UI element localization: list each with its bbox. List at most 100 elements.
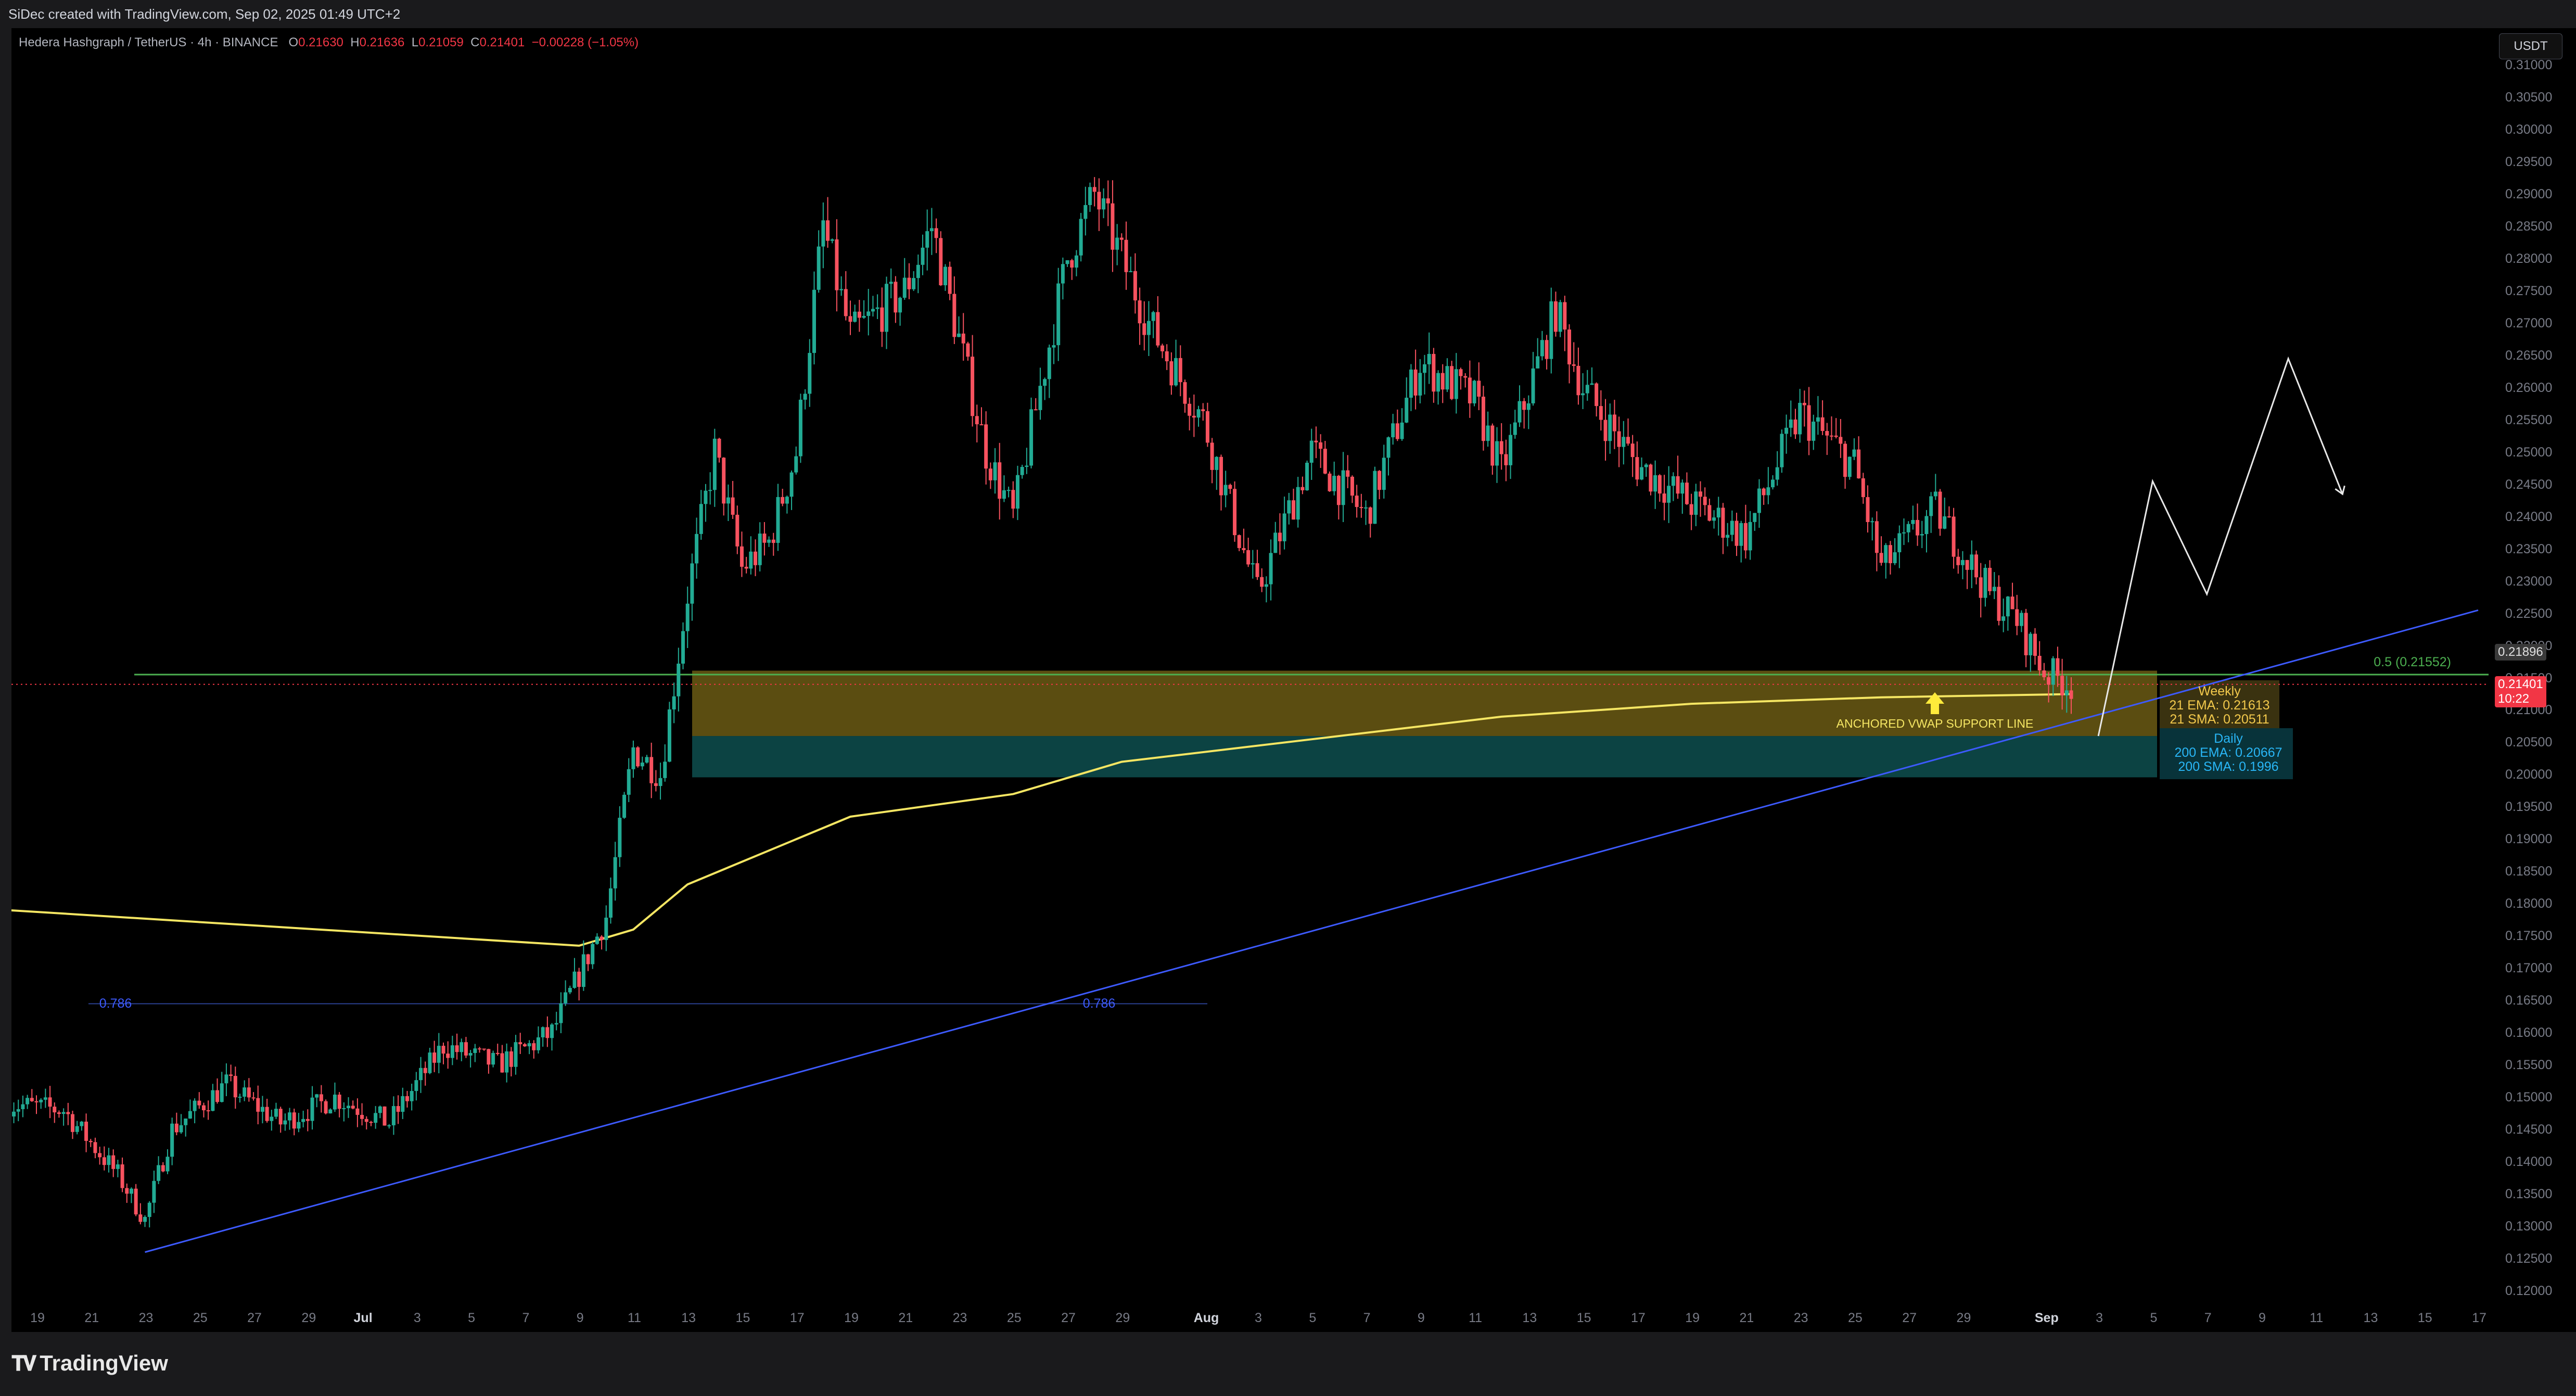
candle-body [1178, 358, 1182, 383]
price-tick: 0.12000 [2505, 1284, 2553, 1298]
chart-pane[interactable]: Hedera Hashgraph / TetherUS · 4h · BINAN… [11, 28, 2489, 1303]
candle-body [695, 534, 699, 564]
candle-body [1418, 373, 1422, 396]
time-tick: 23 [1793, 1311, 1808, 1325]
candle-body [1020, 467, 1024, 475]
candle-body [125, 1188, 129, 1194]
currency-button[interactable]: USDT [2499, 33, 2562, 59]
candle-body [423, 1068, 427, 1073]
candle-body [161, 1165, 165, 1172]
candle-body [1052, 345, 1056, 348]
candle-body [360, 1114, 364, 1119]
candle-body [1260, 577, 1264, 587]
candle-body [1526, 403, 1531, 410]
candle-body [1237, 535, 1241, 548]
candle-body [866, 311, 871, 316]
candle-body [871, 309, 875, 312]
candle-body [749, 551, 753, 569]
candle-body [1169, 361, 1174, 386]
candle-body [1210, 442, 1214, 470]
candle-body [1432, 353, 1436, 392]
time-tick: Sep [2034, 1311, 2059, 1325]
candle-body [1450, 366, 1454, 399]
candle-body [1477, 380, 1481, 397]
price-tick: 0.31000 [2505, 58, 2553, 72]
candle-body [1336, 476, 1341, 505]
candle-body [600, 936, 604, 941]
time-tick: 5 [468, 1311, 476, 1325]
candle-body [939, 238, 943, 286]
time-tick: 9 [1417, 1311, 1425, 1325]
candle-body [604, 917, 608, 941]
candle-body [1328, 473, 1332, 491]
candle-body [1011, 490, 1015, 509]
price-tick: 0.19500 [2505, 799, 2553, 815]
candle-body [595, 936, 599, 944]
candle-body [1242, 548, 1246, 550]
candle-body [1346, 470, 1350, 477]
daily-title: Daily [2214, 731, 2243, 746]
candle-body [233, 1076, 237, 1098]
candle-body [514, 1042, 518, 1067]
candle-body [1305, 462, 1309, 490]
time-tick: 17 [1630, 1311, 1646, 1325]
candle-body [102, 1157, 106, 1165]
time-tick: 29 [1115, 1311, 1130, 1325]
candle-body [337, 1095, 341, 1109]
price-tick: 0.17000 [2505, 961, 2553, 976]
candle-body [34, 1101, 39, 1102]
candle-body [39, 1099, 43, 1102]
candle-body [925, 231, 929, 248]
candle-body [229, 1074, 233, 1076]
candle-body [1138, 300, 1142, 324]
time-tick: 7 [2204, 1311, 2212, 1325]
candle-body [25, 1098, 30, 1105]
candle-body [1386, 437, 1391, 458]
candle-body [988, 468, 992, 480]
candle-body [378, 1106, 382, 1113]
candle-body [1739, 523, 1743, 546]
tradingview-logo[interactable]: 𝐓𝐕 TradingView [11, 1351, 168, 1376]
fib-0786-mid-label: 0.786 [1083, 996, 1116, 1011]
candle-body [1635, 457, 1639, 480]
candle-body [1463, 376, 1468, 378]
candle-body [1246, 550, 1251, 565]
candle-body [1839, 437, 1843, 444]
candle-body [889, 282, 893, 284]
time-tick: 17 [2472, 1311, 2486, 1325]
time-axis[interactable]: 19 21 23 25 27 29 Jul 3 5 7 9 11 13 15 17 19 21 23 25 27 29 A… [11, 1303, 2489, 1332]
candle-body [1888, 545, 1892, 563]
candle-body [577, 971, 581, 987]
candle-body [966, 343, 970, 357]
candle-body [1956, 556, 1960, 565]
candle-body [419, 1068, 423, 1081]
last-price-marker: 0.21401 10:22 [2495, 676, 2546, 707]
price-tick: 0.23000 [2505, 574, 2553, 589]
candle-body [1269, 553, 1273, 585]
daily-sma-label: 200 SMA: 0.1996 [2178, 759, 2278, 774]
last-price-marker-countdown: 10:22 [2498, 691, 2530, 706]
chart-canvas[interactable]: 0.5 (0.21552) Weekly21 EMA: 0.2161321 SMA… [11, 28, 2489, 1303]
candle-body [301, 1119, 305, 1122]
price-tick: 0.26000 [2505, 380, 2553, 395]
time-tick: 21 [84, 1311, 99, 1325]
candle-body [152, 1181, 156, 1203]
candle-body [1454, 369, 1458, 399]
candle-body [1309, 440, 1313, 463]
price-axis[interactable]: USDT 0.31000 0.30500 0.30000 0.29500 0.29000… [2489, 28, 2576, 1332]
candle-body [1576, 365, 1580, 396]
price-tick: 0.18000 [2505, 896, 2553, 911]
candle-body [1509, 435, 1513, 465]
candle-body [1748, 522, 1752, 551]
candle-body [518, 1042, 522, 1045]
candle-body [1784, 427, 1789, 434]
time-tick: 13 [1522, 1311, 1537, 1325]
candle-body [305, 1119, 310, 1121]
candle-body [1617, 431, 1621, 447]
price-tick: 0.30500 [2505, 90, 2553, 105]
candle-body [948, 266, 952, 294]
candle-body [364, 1119, 368, 1122]
price-tick: 0.12500 [2505, 1251, 2553, 1266]
candle-body [708, 490, 712, 491]
candle-body [1070, 260, 1074, 268]
